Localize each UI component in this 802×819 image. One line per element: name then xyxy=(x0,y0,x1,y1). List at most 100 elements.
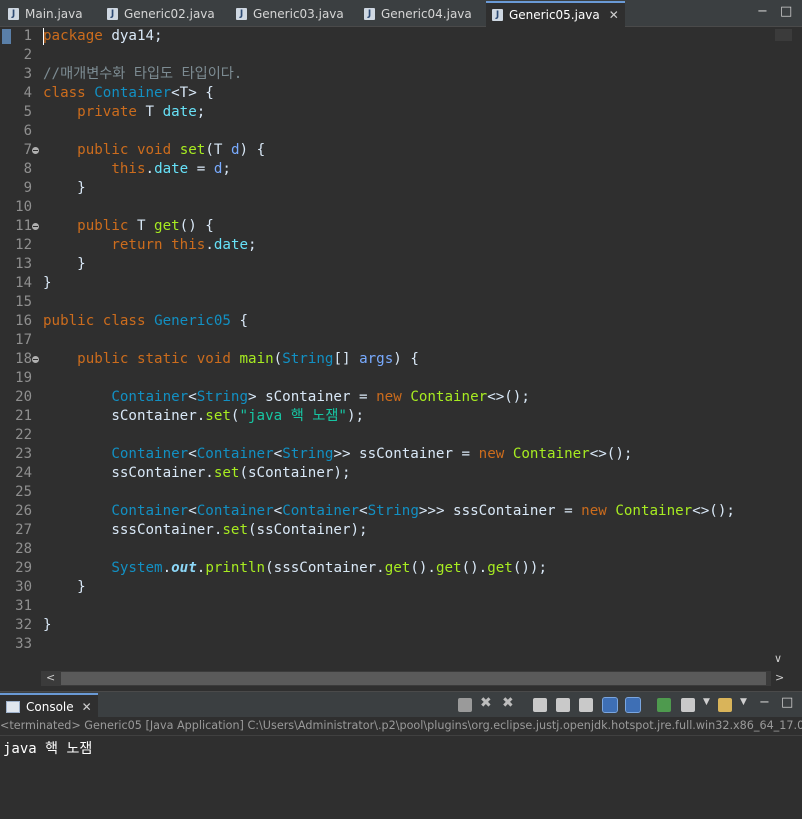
code-line: 13 } xyxy=(0,255,775,274)
terminate-icon[interactable] xyxy=(458,698,472,712)
open-console-dropdown-icon[interactable]: ▼ xyxy=(740,697,747,707)
open-console-icon[interactable] xyxy=(718,698,732,712)
show-on-stdout-icon[interactable] xyxy=(602,697,618,713)
code-line: 32} xyxy=(0,616,775,635)
tab-label: Generic03.java xyxy=(253,6,344,21)
line-number: 32 xyxy=(15,617,32,633)
horizontal-scroll-thumb[interactable] xyxy=(61,672,766,685)
code-line: 28 xyxy=(0,540,775,559)
display-console-icon[interactable] xyxy=(681,698,695,712)
display-dropdown-icon[interactable]: ▼ xyxy=(703,697,710,707)
word-wrap-icon[interactable] xyxy=(579,698,593,712)
line-number: 28 xyxy=(15,541,32,557)
code-text: Container<Container<String>> ssContainer… xyxy=(111,446,633,462)
tab-generic05-java[interactable]: J Generic05.java ✕ xyxy=(486,1,625,27)
code-line: 9 } xyxy=(0,179,775,198)
code-text: class Container<T> { xyxy=(43,85,214,101)
close-tab-icon[interactable]: ✕ xyxy=(609,8,619,22)
code-line: 8 this.date = d; xyxy=(0,160,775,179)
tab-generic04-java[interactable]: J Generic04.java xyxy=(364,2,472,25)
code-line: 21 sContainer.set("java 핵 노잼"); xyxy=(0,407,775,426)
console-output[interactable]: java 핵 노잼 xyxy=(0,735,802,819)
vertical-scrollbar[interactable] xyxy=(771,27,802,670)
code-text: public T get() { xyxy=(77,218,214,234)
remove-launch-icon[interactable]: ✖ xyxy=(480,695,494,711)
tab-generic02-java[interactable]: J Generic02.java xyxy=(107,2,215,25)
minimize-icon[interactable]: − xyxy=(757,4,768,19)
tab-generic03-java[interactable]: J Generic03.java xyxy=(236,2,344,25)
console-toolbar: Console ✕ ✖ ✖ ▼ ▼ − □ xyxy=(0,691,802,719)
scroll-right-icon[interactable]: > xyxy=(775,671,784,684)
tab-label: Generic05.java xyxy=(509,8,600,22)
console-status: <terminated> Generic05 [Java Application… xyxy=(0,717,802,735)
code-line: 15 xyxy=(0,293,775,312)
code-line: 17 xyxy=(0,331,775,350)
clear-console-icon[interactable] xyxy=(533,698,547,712)
line-number: 25 xyxy=(15,484,32,500)
tab-main-java[interactable]: J Main.java xyxy=(8,2,83,25)
code-text: public class Generic05 { xyxy=(43,313,249,329)
line-number: 17 xyxy=(15,332,32,348)
line-number: 5 xyxy=(23,104,32,120)
code-text: package dya14; xyxy=(43,28,163,44)
fold-toggle-icon[interactable] xyxy=(32,147,39,154)
show-on-stderr-icon[interactable] xyxy=(625,697,641,713)
close-console-icon[interactable]: ✕ xyxy=(82,700,92,714)
java-file-icon: J xyxy=(492,9,503,21)
line-number: 20 xyxy=(15,389,32,405)
line-number: 29 xyxy=(15,560,32,576)
maximize-icon[interactable]: □ xyxy=(780,4,792,19)
console-tab[interactable]: Console ✕ xyxy=(0,693,98,719)
code-editor[interactable]: 1 package dya14; 2 3//매개변수화 타입도 타입이다. 4 class… xyxy=(0,27,802,670)
code-text: sssContainer.set(ssContainer); xyxy=(43,522,368,538)
code-line: 26 Container<Container<Container<String>… xyxy=(0,502,775,521)
code-line: 30 } xyxy=(0,578,775,597)
code-line: 14} xyxy=(0,274,775,293)
line-number: 15 xyxy=(15,294,32,310)
vertical-scroll-thumb[interactable] xyxy=(775,29,792,41)
console-minimize-icon[interactable]: − xyxy=(759,695,770,710)
code-line: 3 //매개변수화 타입도 타입이다. xyxy=(0,65,775,84)
editor-tab-bar: J Main.java J Generic02.java J Generic03… xyxy=(0,0,802,27)
code-line: 22 xyxy=(0,426,775,445)
java-file-icon: J xyxy=(8,7,19,20)
java-file-icon: J xyxy=(364,7,375,20)
scroll-lock-icon[interactable] xyxy=(556,698,570,712)
line-number: 10 xyxy=(15,199,32,215)
fold-toggle-icon[interactable] xyxy=(32,356,39,363)
code-line: 16 public class Generic05 { xyxy=(0,312,775,331)
code-line: 18 public static void main(String[] args… xyxy=(0,350,775,369)
code-text: } xyxy=(43,256,86,272)
line-number: 27 xyxy=(15,522,32,538)
tab-label: Main.java xyxy=(25,6,83,21)
code-text: sContainer.set("java 핵 노잼"); xyxy=(43,408,365,424)
code-text: } xyxy=(43,617,52,633)
code-line: 5 private T date; xyxy=(0,103,775,122)
line-number: 30 xyxy=(15,579,32,595)
code-text: } xyxy=(43,180,86,196)
tab-label: Generic02.java xyxy=(124,6,215,21)
scroll-down-icon[interactable]: ∨ xyxy=(774,652,782,665)
remove-all-terminated-icon[interactable]: ✖ xyxy=(502,695,516,711)
code-line: 4 class Container<T> { xyxy=(0,84,775,103)
code-text: System.out.println(sssContainer.get().ge… xyxy=(111,560,547,576)
console-maximize-icon[interactable]: □ xyxy=(781,695,793,710)
fold-toggle-icon[interactable] xyxy=(32,223,39,230)
code-line: 25 xyxy=(0,483,775,502)
line-number: 6 xyxy=(23,123,32,139)
scroll-left-icon[interactable]: < xyxy=(46,671,55,684)
code-line: 24 ssContainer.set(sContainer); xyxy=(0,464,775,483)
pin-console-icon[interactable] xyxy=(657,698,671,712)
console-icon xyxy=(6,701,20,713)
line-number: 24 xyxy=(15,465,32,481)
code-text: Container<Container<Container<String>>> … xyxy=(111,503,735,519)
line-number: 19 xyxy=(15,370,32,386)
code-line: 7 public void set(T d) { xyxy=(0,141,775,160)
code-text: private T date; xyxy=(77,104,206,120)
line-number: 4 xyxy=(23,85,32,101)
text-caret xyxy=(43,28,44,45)
code-text: //매개변수화 타입도 타입이다. xyxy=(43,66,243,82)
code-line: 12 return this.date; xyxy=(0,236,775,255)
line-number: 23 xyxy=(15,446,32,462)
code-line: 27 sssContainer.set(ssContainer); xyxy=(0,521,775,540)
